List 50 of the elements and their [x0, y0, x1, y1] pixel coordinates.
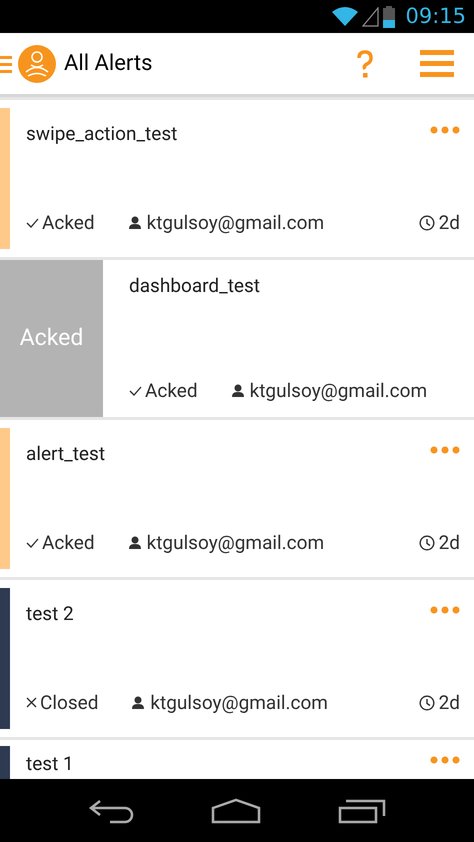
page-title: All Alerts — [64, 50, 152, 78]
battery-icon — [383, 6, 396, 28]
help-icon[interactable] — [356, 50, 374, 78]
alert-status: Acked — [42, 210, 95, 236]
person-icon — [128, 216, 141, 230]
alert-card[interactable]: swipe_action_test Acked ktgulsoy@gmail.com 2d — [0, 100, 474, 257]
alert-age: 2d — [438, 210, 460, 236]
list-menu-icon[interactable] — [420, 50, 454, 78]
alert-card[interactable]: dashboard_test Acked ktgulsoy@gmail.com — [103, 260, 474, 417]
alert-age: 2d — [438, 690, 460, 716]
more-icon[interactable] — [430, 606, 460, 614]
alert-owner: ktgulsoy@gmail.com — [146, 530, 324, 556]
alert-title: swipe_action_test — [26, 121, 178, 147]
more-icon[interactable] — [430, 756, 460, 764]
alert-card[interactable]: test 1 — [0, 740, 474, 779]
person-icon — [128, 536, 141, 550]
alert-title: dashboard_test — [129, 273, 260, 299]
alert-title: test 2 — [26, 601, 74, 627]
check-icon — [26, 218, 39, 228]
alert-owner: ktgulsoy@gmail.com — [146, 210, 324, 236]
clock-icon — [418, 694, 435, 711]
swipe-action-label: Acked — [20, 323, 84, 354]
alert-title: test 1 — [26, 751, 74, 777]
swipe-action-panel[interactable]: Acked dashboard_test Acked ktgulsoy@gmail.com — [0, 260, 474, 417]
clock-icon — [418, 214, 435, 231]
clock-time: 09:15 — [405, 2, 466, 30]
clock-icon — [418, 534, 435, 551]
alert-age: 2d — [438, 530, 460, 556]
alert-status: Closed — [40, 690, 98, 716]
alert-card[interactable]: alert_test Acked ktgulsoy@gmail.com 2d — [0, 420, 474, 577]
close-icon — [26, 697, 37, 708]
signal-icon — [362, 6, 380, 26]
alert-title: alert_test — [26, 441, 106, 467]
more-icon[interactable] — [430, 446, 460, 454]
menu-icon[interactable] — [0, 54, 12, 74]
alert-status: Acked — [42, 530, 95, 556]
home-icon[interactable] — [210, 798, 261, 824]
alert-status: Acked — [145, 378, 198, 404]
check-icon — [129, 386, 142, 396]
back-icon[interactable] — [88, 798, 134, 824]
more-icon[interactable] — [430, 126, 460, 134]
person-icon — [132, 696, 144, 710]
check-icon — [26, 538, 39, 548]
alert-owner: ktgulsoy@gmail.com — [150, 690, 328, 716]
alert-card[interactable]: test 2 Closed ktgulsoy@gmail.com 2d — [0, 580, 474, 737]
recent-apps-icon[interactable] — [338, 798, 386, 824]
person-icon — [232, 384, 244, 398]
wifi-icon — [332, 6, 358, 26]
app-logo-icon[interactable] — [18, 44, 56, 82]
alert-owner: ktgulsoy@gmail.com — [250, 378, 428, 404]
